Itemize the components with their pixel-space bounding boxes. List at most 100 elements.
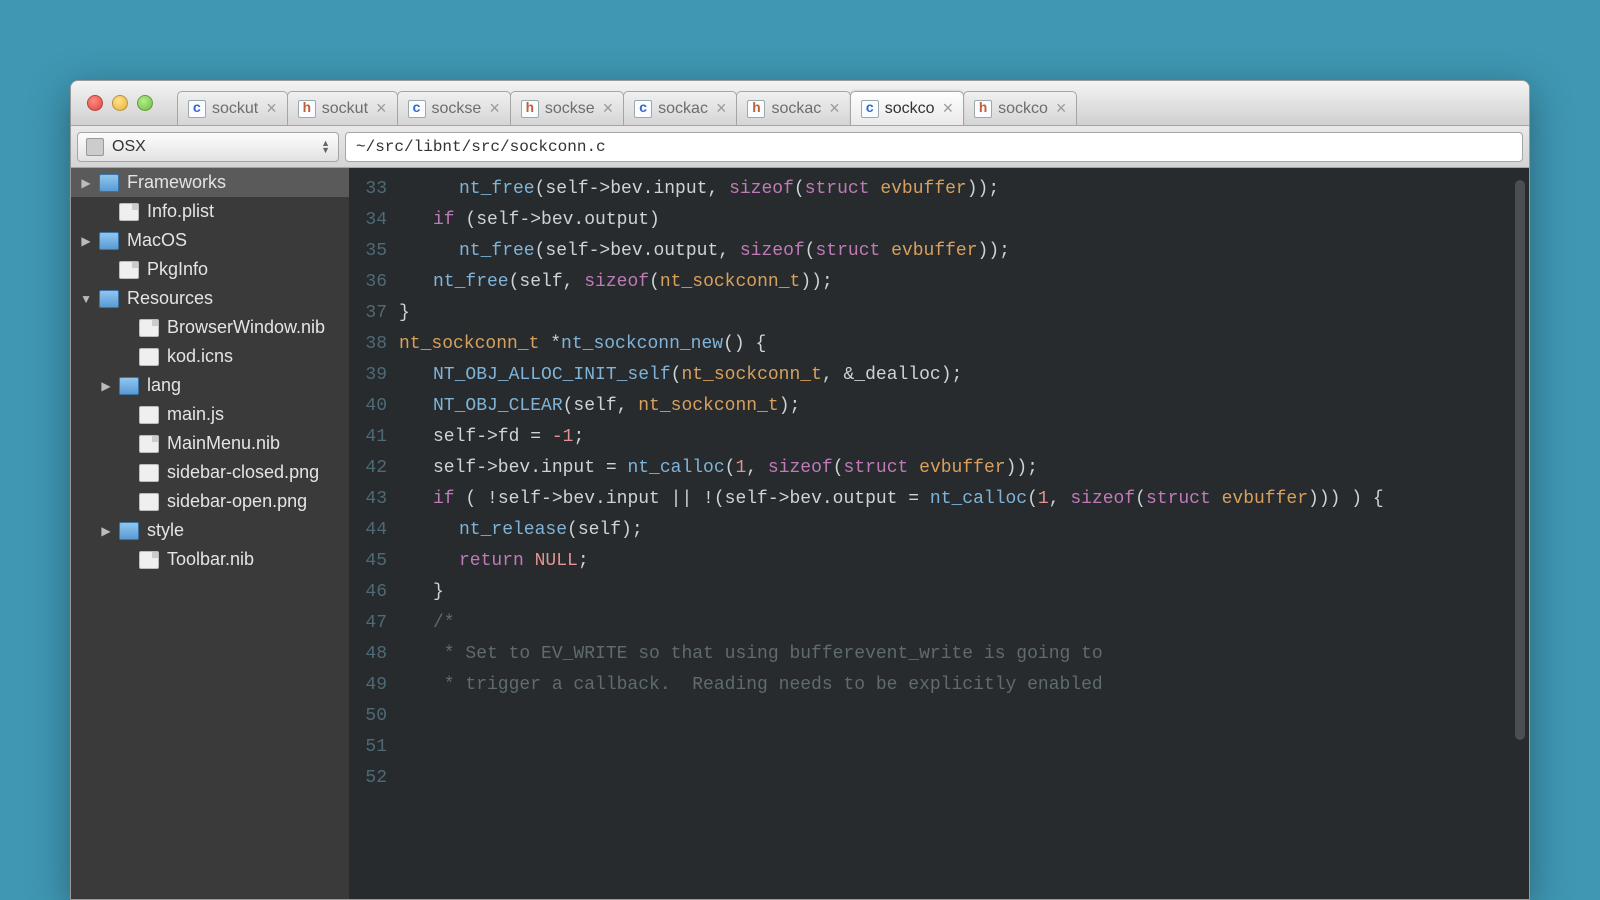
- close-tab-icon[interactable]: ×: [1056, 98, 1067, 119]
- token-cm: * trigger a callback. Reading needs to b…: [433, 675, 1103, 695]
- sidebar-item[interactable]: ▼Resources: [71, 284, 349, 313]
- token-op: *: [539, 334, 561, 354]
- close-tab-icon[interactable]: ×: [943, 98, 954, 119]
- tab-sockse-h[interactable]: hsockse×: [510, 91, 624, 125]
- sidebar-item[interactable]: ▶style: [71, 516, 349, 545]
- sidebar-item[interactable]: ▶ Frameworks: [71, 168, 349, 197]
- code-editor[interactable]: 3334353637383940414243444546474849505152…: [349, 168, 1529, 899]
- sidebar-item[interactable]: kod.icns: [71, 342, 349, 371]
- code-line[interactable]: NT_OBJ_CLEAR(self, nt_sockconn_t);: [399, 391, 1519, 422]
- sidebar[interactable]: ▶ Frameworks Info.plist▶MacOSPkgInfo▼Resou…: [71, 168, 349, 899]
- close-tab-icon[interactable]: ×: [376, 98, 387, 119]
- close-tab-icon[interactable]: ×: [603, 98, 614, 119]
- code-line[interactable]: return NULL;: [399, 546, 1519, 577]
- sidebar-item[interactable]: ▶lang: [71, 371, 349, 400]
- line-number: 37: [349, 298, 387, 329]
- code-line[interactable]: nt_free(self->bev.output, sizeof(struct …: [399, 236, 1519, 267]
- sidebar-item[interactable]: PkgInfo: [71, 255, 349, 284]
- toolbar: OSX ▲▼ ~/src/libnt/src/sockconn.c: [71, 126, 1529, 168]
- editor-window: csockut×hsockut×csockse×hsockse×csockac×…: [70, 80, 1530, 900]
- tab-sockse-c[interactable]: csockse×: [397, 91, 511, 125]
- sidebar-item[interactable]: main.js: [71, 400, 349, 429]
- code-line[interactable]: }: [399, 577, 1519, 608]
- close-tab-icon[interactable]: ×: [489, 98, 500, 119]
- sidebar-item-label: BrowserWindow.nib: [167, 317, 325, 338]
- path-text: ~/src/libnt/src/sockconn.c: [356, 138, 606, 156]
- minimize-icon[interactable]: [112, 95, 128, 111]
- stepper-icon[interactable]: ▲▼: [321, 140, 330, 154]
- code-line[interactable]: NT_OBJ_ALLOC_INIT_self(nt_sockconn_t, &_…: [399, 360, 1519, 391]
- sidebar-item[interactable]: ▶MacOS: [71, 226, 349, 255]
- code-line[interactable]: nt_sockconn_t *nt_sockconn_new() {: [399, 329, 1519, 360]
- line-number: 46: [349, 577, 387, 608]
- close-tab-icon[interactable]: ×: [716, 98, 727, 119]
- line-number: 42: [349, 453, 387, 484]
- code-line[interactable]: * trigger a callback. Reading needs to b…: [399, 670, 1519, 701]
- code-line[interactable]: /*: [399, 608, 1519, 639]
- sidebar-item-label: Frameworks: [127, 172, 226, 193]
- token-op: (self->bev.output): [455, 210, 660, 230]
- sidebar-item[interactable]: Info.plist: [71, 197, 349, 226]
- token-op: (self->bev.input,: [535, 179, 729, 199]
- folder-icon: [119, 377, 139, 395]
- tab-sockac-c[interactable]: csockac×: [623, 91, 737, 125]
- token-op: (: [1027, 489, 1038, 509]
- token-op: ));: [800, 272, 832, 292]
- disclosure-icon[interactable]: ▶: [81, 234, 91, 248]
- code-line[interactable]: self->fd = -1;: [399, 422, 1519, 453]
- file-icon: [139, 435, 159, 453]
- line-number: 41: [349, 422, 387, 453]
- close-tab-icon[interactable]: ×: [266, 98, 277, 119]
- filetype-h-icon: h: [298, 100, 316, 118]
- tab-sockut-h[interactable]: hsockut×: [287, 91, 398, 125]
- token-op: [908, 458, 919, 478]
- sidebar-item[interactable]: sidebar-open.png: [71, 487, 349, 516]
- code-line[interactable]: nt_free(self->bev.input, sizeof(struct e…: [399, 174, 1519, 205]
- sidebar-item[interactable]: BrowserWindow.nib: [71, 313, 349, 342]
- js-icon: [139, 406, 159, 424]
- filetype-h-icon: h: [974, 100, 992, 118]
- tab-sockac-h[interactable]: hsockac×: [736, 91, 850, 125]
- token-cm: /*: [433, 613, 455, 633]
- sidebar-item[interactable]: MainMenu.nib: [71, 429, 349, 458]
- token-op: }: [399, 303, 410, 323]
- close-tab-icon[interactable]: ×: [829, 98, 840, 119]
- token-ty: evbuffer: [891, 241, 977, 261]
- code-line[interactable]: nt_release(self);: [399, 515, 1519, 546]
- code-line[interactable]: * Set to EV_WRITE so that using bufferev…: [399, 639, 1519, 670]
- sidebar-item[interactable]: Toolbar.nib: [71, 545, 349, 574]
- file-icon: [119, 203, 139, 221]
- line-number: 40: [349, 391, 387, 422]
- token-op: ,: [1049, 489, 1071, 509]
- disclosure-icon[interactable]: ▶: [101, 379, 111, 393]
- close-icon[interactable]: [87, 95, 103, 111]
- token-kw: struct: [844, 458, 909, 478]
- code-line[interactable]: self->bev.input = nt_calloc(1, sizeof(st…: [399, 453, 1519, 484]
- tab-sockco-h[interactable]: hsockco×: [963, 91, 1077, 125]
- tab-sockco-c[interactable]: csockco×: [850, 91, 964, 125]
- code-line[interactable]: if (self->bev.output): [399, 205, 1519, 236]
- path-input[interactable]: ~/src/libnt/src/sockconn.c: [345, 132, 1523, 162]
- token-op: () {: [723, 334, 766, 354]
- scrollbar[interactable]: [1515, 180, 1525, 740]
- disclosure-icon[interactable]: ▼: [81, 292, 91, 306]
- token-op: ));: [1006, 458, 1038, 478]
- code-line[interactable]: if ( !self->bev.input || !(self->bev.out…: [399, 484, 1519, 515]
- line-number: 51: [349, 732, 387, 763]
- file-icon: [139, 551, 159, 569]
- code-line[interactable]: nt_free(self, sizeof(nt_sockconn_t));: [399, 267, 1519, 298]
- zoom-icon[interactable]: [137, 95, 153, 111]
- filetype-c-icon: c: [188, 100, 206, 118]
- line-number: 35: [349, 236, 387, 267]
- token-ty: evbuffer: [880, 179, 966, 199]
- code-line[interactable]: }: [399, 298, 1519, 329]
- disk-icon: [86, 138, 104, 156]
- project-selector[interactable]: OSX ▲▼: [77, 132, 339, 162]
- code-area[interactable]: nt_free(self->bev.input, sizeof(struct e…: [395, 168, 1529, 899]
- line-number: 50: [349, 701, 387, 732]
- disclosure-icon[interactable]: ▶: [101, 524, 111, 538]
- sidebar-item[interactable]: sidebar-closed.png: [71, 458, 349, 487]
- tab-sockut-c[interactable]: csockut×: [177, 91, 288, 125]
- token-op: (self->bev.output,: [535, 241, 740, 261]
- disclosure-icon[interactable]: ▶: [81, 176, 91, 190]
